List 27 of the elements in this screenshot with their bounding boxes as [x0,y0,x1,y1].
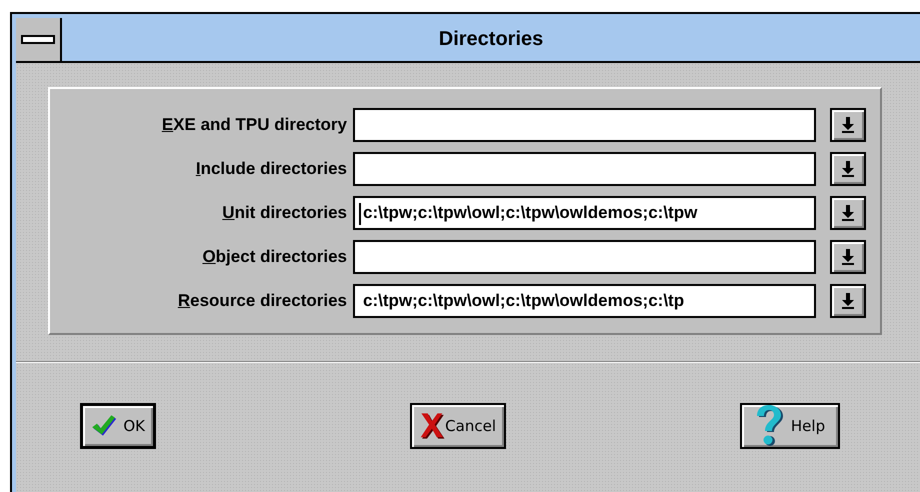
text-field[interactable] [353,152,816,186]
field-label: Unit directories [221,202,348,224]
bar-icon [21,34,55,44]
ok-button[interactable]: OK [80,403,156,449]
dropdown-button[interactable] [830,240,866,274]
down-arrow-icon [841,248,855,266]
down-arrow-icon [841,292,855,310]
dropdown-button[interactable] [830,152,866,186]
down-arrow-icon [841,160,855,178]
dropdown-button[interactable] [830,196,866,230]
text-field[interactable] [353,108,816,142]
dropdown-button[interactable] [830,108,866,142]
down-arrow-icon [841,116,855,134]
dropdown-button[interactable] [830,284,866,318]
field-label: Include directories [194,158,348,180]
down-arrow-icon [841,204,855,222]
window-title: Directories [438,27,544,52]
field-label: Resource directories [176,290,348,312]
question-mark-icon [754,405,785,447]
field-label: EXE and TPU directory [160,114,348,136]
system-menu-button[interactable] [16,18,62,61]
cancel-button[interactable]: Cancel [410,403,506,449]
help-button[interactable]: Help [740,403,840,449]
field-label: Object directories [201,246,348,268]
text-field[interactable]: c:\tpw;c:\tpw\owl;c:\tpw\owldemos;c:\tp [353,284,816,318]
text-field[interactable]: c:\tpw;c:\tpw\owl;c:\tpw\owldemos;c:\tpw [353,196,816,230]
text-field[interactable] [353,240,816,274]
